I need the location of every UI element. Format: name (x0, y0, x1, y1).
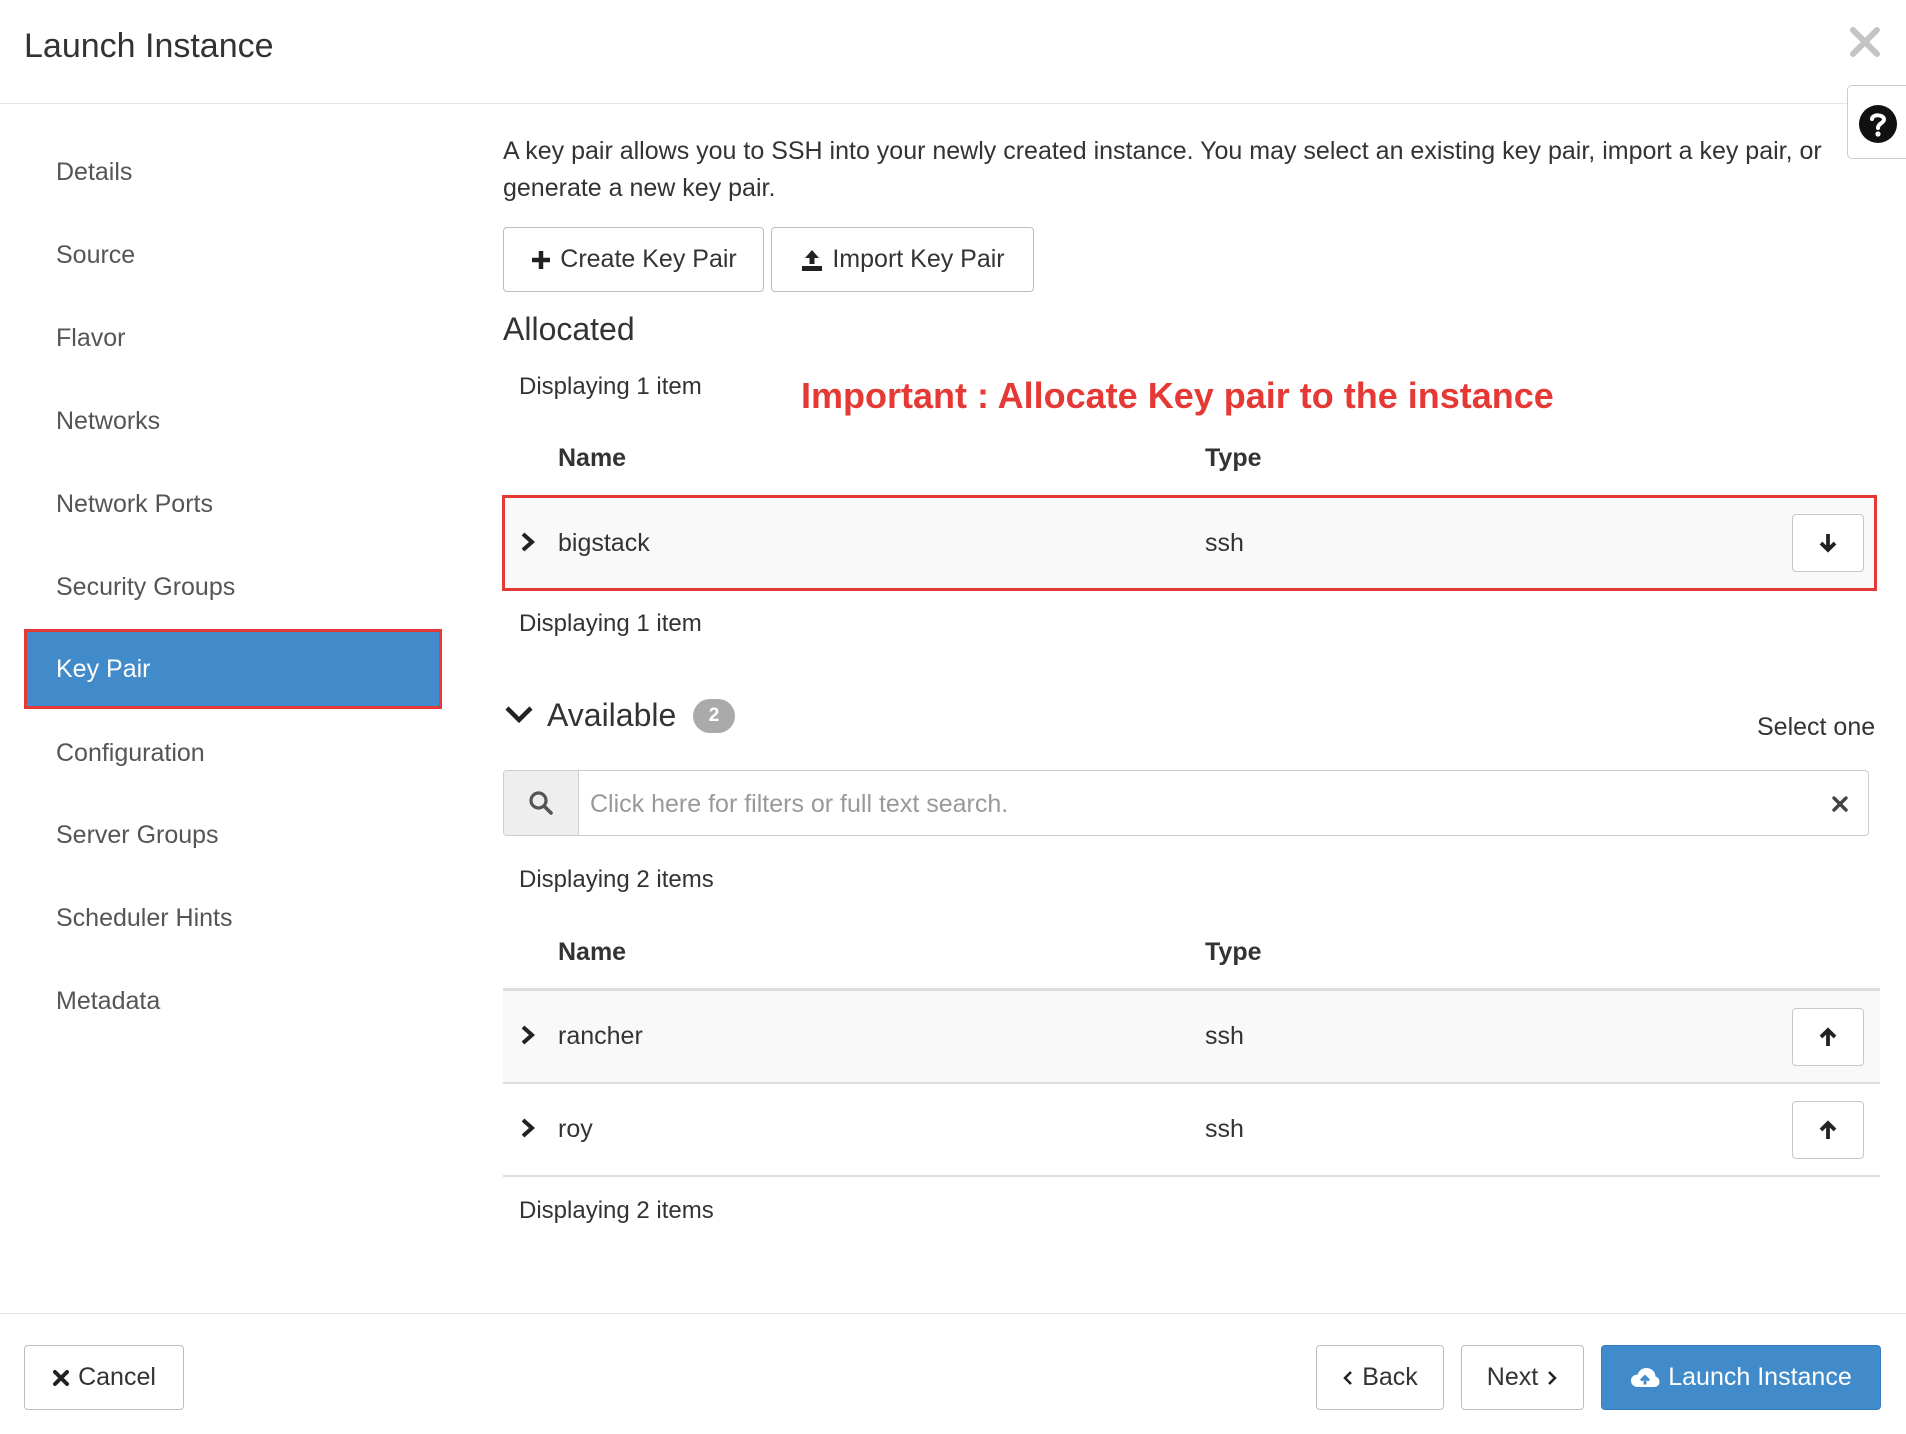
chevron-right-icon (1548, 1370, 1557, 1385)
available-row-type: ssh (1205, 1022, 1244, 1050)
available-row-name: rancher (558, 1022, 643, 1050)
chevron-left-icon (1343, 1370, 1353, 1385)
available-title[interactable]: Available (547, 695, 676, 735)
allocated-title: Allocated (503, 311, 635, 347)
deallocate-button[interactable] (1792, 514, 1864, 572)
sidebar-item-source[interactable]: Source (56, 238, 135, 272)
select-one-hint: Select one (1757, 713, 1876, 741)
available-column-type: Type (1205, 938, 1262, 966)
table-row-divider (503, 1082, 1880, 1084)
allocated-row-type: ssh (1205, 529, 1244, 557)
back-button[interactable]: Back (1316, 1345, 1444, 1410)
available-row-name: roy (558, 1115, 593, 1143)
close-icon (53, 1369, 70, 1386)
sidebar-item-metadata[interactable]: Metadata (56, 984, 160, 1018)
sidebar-item-label: Key Pair (56, 655, 151, 683)
arrow-down-icon (1819, 534, 1837, 553)
modal-title: Launch Instance (24, 27, 274, 65)
chevron-right-icon[interactable] (518, 1024, 538, 1046)
allocate-rancher-button[interactable] (1792, 1008, 1864, 1066)
arrow-up-icon (1819, 1027, 1837, 1046)
intro-text: A key pair allows you to SSH into your n… (503, 137, 1822, 202)
chevron-right-icon[interactable] (518, 531, 538, 553)
allocated-column-type: Type (1205, 444, 1262, 472)
available-row-type: ssh (1205, 1115, 1244, 1143)
sidebar-item-scheduler-hints[interactable]: Scheduler Hints (56, 901, 232, 935)
plus-icon (532, 250, 551, 269)
upload-icon (802, 249, 823, 271)
import-key-pair-button[interactable]: Import Key Pair (771, 227, 1034, 292)
cancel-button[interactable]: Cancel (24, 1345, 184, 1410)
cancel-label: Cancel (78, 1363, 156, 1391)
allocated-count-top: Displaying 1 item (519, 373, 702, 400)
annotation-text: Important : Allocate Key pair to the ins… (801, 375, 1554, 416)
create-key-pair-label: Create Key Pair (560, 245, 737, 273)
table-row (503, 991, 1880, 1082)
search-icon (529, 791, 553, 815)
sidebar-item-server-groups[interactable]: Server Groups (56, 818, 219, 852)
allocated-count-bottom: Displaying 1 item (519, 610, 702, 637)
arrow-up-icon (1819, 1120, 1837, 1139)
search-addon (504, 771, 579, 835)
sidebar-item-configuration[interactable]: Configuration (56, 736, 205, 770)
available-count-top: Displaying 2 items (519, 866, 714, 893)
sidebar-item-network-ports[interactable]: Network Ports (56, 487, 213, 521)
launch-instance-button[interactable]: Launch Instance (1601, 1345, 1881, 1410)
chevron-down-icon[interactable] (504, 703, 534, 727)
sidebar-item-networks[interactable]: Networks (56, 404, 160, 438)
clear-search-icon[interactable] (1831, 795, 1849, 813)
allocated-column-name: Name (558, 444, 627, 472)
table-bottom-divider (503, 1175, 1880, 1177)
sidebar-item-flavor[interactable]: Flavor (56, 321, 125, 355)
search-box (503, 770, 1869, 836)
back-label: Back (1362, 1363, 1418, 1391)
cloud-upload-icon (1631, 1367, 1660, 1387)
allocated-row-name: bigstack (558, 529, 650, 557)
import-key-pair-label: Import Key Pair (832, 245, 1005, 273)
available-count-badge: 2 (693, 699, 735, 733)
highlight-box (502, 495, 1877, 591)
search-input[interactable] (588, 779, 1792, 829)
help-icon (1859, 105, 1897, 143)
sidebar-item-security-groups[interactable]: Security Groups (56, 570, 235, 604)
create-key-pair-button[interactable]: Create Key Pair (503, 227, 764, 292)
available-column-name: Name (558, 938, 627, 966)
help-button[interactable] (1847, 85, 1906, 159)
launch-instance-label: Launch Instance (1668, 1363, 1852, 1391)
available-count-bottom: Displaying 2 items (519, 1197, 714, 1224)
sidebar-item-key-pair[interactable]: Key Pair (24, 629, 442, 709)
sidebar-item-details[interactable]: Details (56, 155, 132, 189)
next-button[interactable]: Next (1461, 1345, 1584, 1410)
header-divider (0, 103, 1906, 104)
footer-divider (0, 1313, 1906, 1314)
allocate-roy-button[interactable] (1792, 1101, 1864, 1159)
close-icon[interactable] (1847, 24, 1883, 60)
chevron-right-icon[interactable] (518, 1117, 538, 1139)
next-label: Next (1486, 1363, 1539, 1391)
